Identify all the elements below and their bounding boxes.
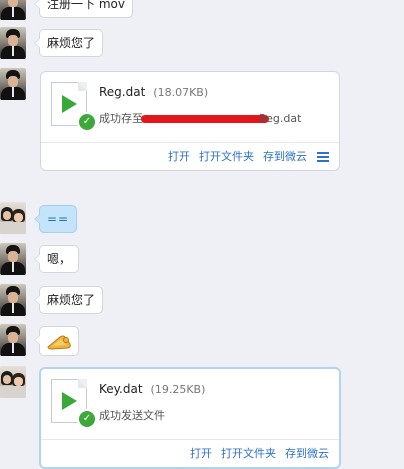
file-card[interactable]: ✓ Reg.dat (18.07KB) 成功存至 Reg.dat 打开 打开文件夹 存到… xyxy=(40,71,340,171)
avatar[interactable] xyxy=(0,324,26,356)
message-text: 嗯， xyxy=(47,252,72,266)
message-bubble[interactable]: 麻烦您了 xyxy=(33,286,104,314)
avatar[interactable] xyxy=(0,0,26,20)
file-name: Reg.dat (18.07KB) xyxy=(99,85,209,99)
message-bubble[interactable] xyxy=(34,326,79,356)
save-to-cloud-link[interactable]: 存到微云 xyxy=(263,150,307,163)
video-file-icon: ✓ xyxy=(51,82,97,132)
divider xyxy=(41,142,339,143)
divider xyxy=(41,439,339,440)
open-folder-link[interactable]: 打开文件夹 xyxy=(199,150,254,163)
play-icon xyxy=(62,95,77,113)
message-text: 麻烦您了 xyxy=(47,36,96,50)
success-check-icon: ✓ xyxy=(77,112,97,132)
avatar[interactable] xyxy=(0,27,26,59)
message-text: == xyxy=(47,212,70,226)
menu-icon[interactable] xyxy=(317,152,329,162)
open-folder-link[interactable]: 打开文件夹 xyxy=(221,447,276,460)
file-size: (18.07KB) xyxy=(153,86,209,99)
avatar[interactable] xyxy=(0,284,26,316)
file-status: 成功发送文件 xyxy=(99,409,165,422)
avatar[interactable] xyxy=(0,366,26,398)
message-bubble[interactable]: 嗯， xyxy=(33,245,80,273)
play-icon xyxy=(62,392,77,410)
file-actions: 打开 打开文件夹 存到微云 xyxy=(159,148,329,164)
file-size: (19.25KB) xyxy=(150,383,206,396)
message-bubble[interactable]: 注册一下 mov xyxy=(34,0,133,18)
file-status: 成功存至 Reg.dat xyxy=(99,112,302,125)
avatar[interactable] xyxy=(0,202,26,234)
file-actions: 打开 打开文件夹 存到微云 xyxy=(181,445,329,461)
message-text: 麻烦您了 xyxy=(47,293,96,307)
avatar[interactable] xyxy=(0,243,26,275)
message-bubble[interactable]: 麻烦您了 xyxy=(33,29,104,57)
file-card[interactable]: ✓ Key.dat (19.25KB) 成功发送文件 打开 打开文件夹 存到微云 xyxy=(39,367,341,469)
message-bubble[interactable]: == xyxy=(33,205,78,233)
avatar[interactable] xyxy=(0,68,26,100)
success-check-icon: ✓ xyxy=(77,409,97,429)
redaction-mark xyxy=(141,115,269,123)
bow-emoji-icon xyxy=(47,335,71,350)
open-link[interactable]: 打开 xyxy=(190,447,212,460)
file-name: Key.dat (19.25KB) xyxy=(99,382,206,396)
message-text: 注册一下 mov xyxy=(47,0,125,11)
video-file-icon: ✓ xyxy=(51,379,97,429)
open-link[interactable]: 打开 xyxy=(168,150,190,163)
save-to-cloud-link[interactable]: 存到微云 xyxy=(285,447,329,460)
